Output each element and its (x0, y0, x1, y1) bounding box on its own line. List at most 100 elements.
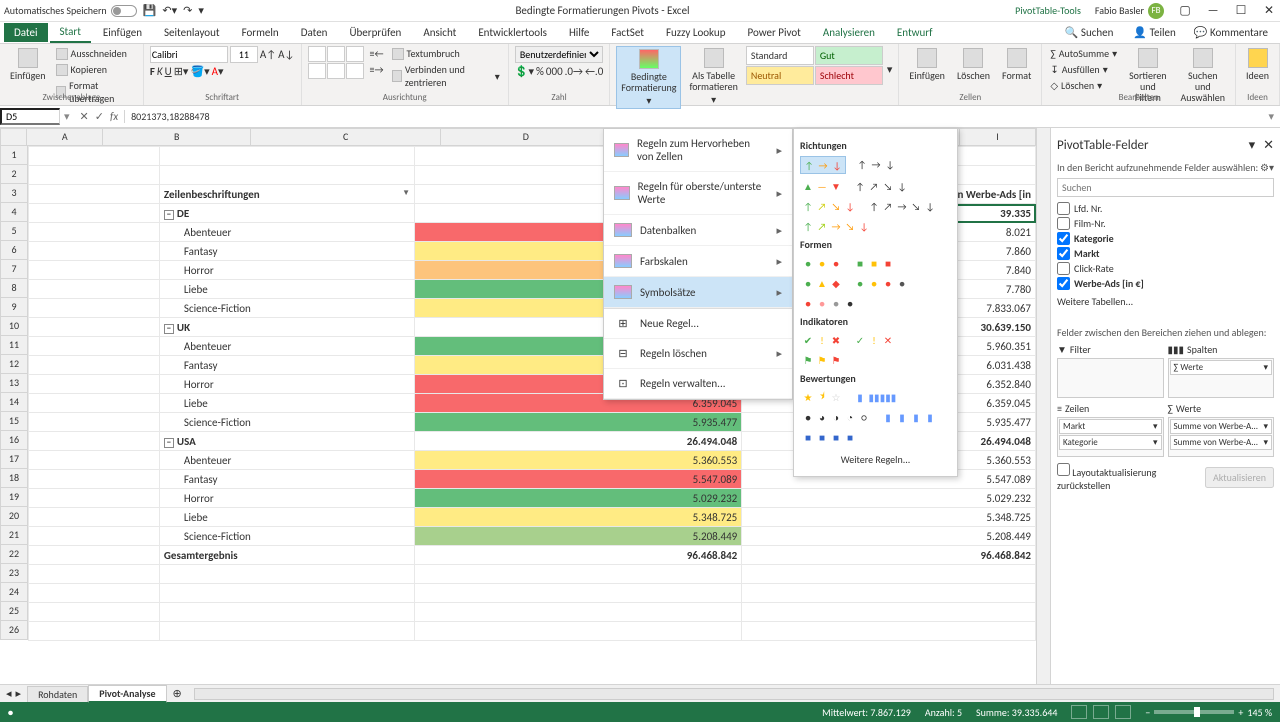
indent-inc-icon[interactable]: ≡→ (368, 62, 386, 77)
row-header[interactable]: 20 (0, 507, 28, 526)
row-header[interactable]: 10 (0, 317, 28, 336)
field-item[interactable]: Click-Rate (1057, 261, 1274, 276)
field-item[interactable]: Film-Nr. (1057, 216, 1274, 231)
row-header[interactable]: 24 (0, 583, 28, 602)
iconset-4arrows-gray[interactable]: ↑↗↘↓ (852, 178, 910, 194)
field-item[interactable]: Markt (1057, 246, 1274, 261)
redo-icon[interactable]: ↷ (183, 4, 192, 17)
pill-value-1[interactable]: Summe von Werbe-A...▾ (1170, 419, 1273, 434)
category-cell[interactable]: Liebe (159, 394, 414, 413)
collapse-icon[interactable]: − (164, 210, 174, 220)
vertical-scrollbar[interactable] (1036, 128, 1050, 684)
shrink-font-icon[interactable]: A↓ (278, 48, 294, 61)
font-name-input[interactable] (150, 46, 228, 63)
collapse-icon[interactable]: − (164, 324, 174, 334)
row-header[interactable]: 17 (0, 450, 28, 469)
view-pagelayout-icon[interactable] (1093, 705, 1109, 719)
align-grid[interactable] (308, 46, 364, 79)
border-icon[interactable]: ⊞▾ (174, 65, 189, 78)
cf-highlight-rules[interactable]: Regeln zum Hervorheben von Zellen▸ (604, 129, 792, 172)
row-header[interactable]: 21 (0, 526, 28, 545)
cell-styles-gallery[interactable]: Standard Gut Neutral Schlecht (746, 46, 883, 85)
iconset-3trafficlights[interactable]: ●●● (800, 255, 844, 271)
value-cell-c[interactable]: 5.547.089 (415, 470, 742, 489)
category-cell[interactable]: Fantasy (159, 242, 414, 261)
iconset-3triangles[interactable]: ▲—▼ (800, 178, 844, 194)
more-tables-link[interactable]: Weitere Tabellen... (1057, 291, 1274, 318)
tab-developer[interactable]: Entwicklertools (468, 23, 557, 42)
sheet-tab-rohdaten[interactable]: Rohdaten (27, 686, 88, 702)
area-columns-drop[interactable]: ∑ Werte▾ (1168, 358, 1275, 398)
value-cell-d[interactable]: 5.348.725 (742, 508, 1036, 527)
col-header-c[interactable]: C (251, 128, 441, 146)
row-header[interactable]: 14 (0, 393, 28, 412)
col-header-i[interactable]: I (960, 128, 1036, 146)
formula-input[interactable]: 8021373,18288478 (125, 110, 1262, 123)
select-all-corner[interactable] (0, 128, 27, 146)
iconset-3arrows-colored[interactable]: ↑→↓ (800, 156, 846, 174)
cancel-entry-icon[interactable]: ✕ (80, 110, 89, 123)
tab-formulas[interactable]: Formeln (232, 23, 289, 42)
tab-design[interactable]: Entwurf (887, 23, 943, 42)
cf-new-rule[interactable]: ⊞Neue Regel... (604, 309, 792, 339)
row-header[interactable]: 5 (0, 222, 28, 241)
format-as-table-button[interactable]: Als Tabelle formatieren▾ (685, 46, 741, 107)
category-cell[interactable]: Fantasy (159, 356, 414, 375)
grand-total-label[interactable]: Gesamtergebnis (159, 546, 414, 565)
update-button[interactable]: Aktualisieren (1205, 467, 1274, 488)
row-header[interactable]: 16 (0, 431, 28, 450)
category-cell[interactable]: Science-Fiction (159, 527, 414, 546)
minimize-icon[interactable]: — (1206, 4, 1220, 18)
row-header[interactable]: 3 (0, 184, 28, 203)
format-cells-button[interactable]: Format (998, 46, 1035, 83)
collapse-icon[interactable]: − (164, 438, 174, 448)
pill-value-2[interactable]: Summe von Werbe-A...▾ (1170, 435, 1273, 450)
tab-pagelayout[interactable]: Seitenlayout (154, 23, 230, 42)
percent-icon[interactable]: % (536, 65, 544, 78)
value-cell-d[interactable]: 5.029.232 (742, 489, 1036, 508)
row-header[interactable]: 26 (0, 621, 28, 640)
inc-decimal-icon[interactable]: .0→ (565, 65, 583, 78)
fx-icon[interactable]: fx (110, 110, 118, 123)
tab-powerpivot[interactable]: Power Pivot (737, 23, 810, 42)
row-header[interactable]: 8 (0, 279, 28, 298)
currency-icon[interactable]: 💲▾ (515, 65, 534, 78)
tab-insert[interactable]: Einfügen (93, 23, 152, 42)
tab-factset[interactable]: FactSet (601, 23, 654, 42)
row-header[interactable]: 1 (0, 146, 28, 165)
row-header[interactable]: 9 (0, 298, 28, 317)
category-cell[interactable]: Fantasy (159, 470, 414, 489)
category-cell[interactable]: Liebe (159, 280, 414, 299)
formula-expand-icon[interactable]: ▾ (1262, 110, 1280, 123)
enter-entry-icon[interactable]: ✓ (95, 110, 104, 123)
row-header[interactable]: 23 (0, 564, 28, 583)
indent-dec-icon[interactable]: ≡← (368, 46, 386, 61)
iconset-3arrows-gray[interactable]: ↑→↓ (854, 156, 898, 174)
fill-color-icon[interactable]: 🪣▾ (190, 65, 209, 78)
fieldlist-layout-icon[interactable]: ▾ (1249, 138, 1256, 153)
col-header-a[interactable]: A (27, 128, 103, 146)
zoom-level[interactable]: 145 % (1247, 706, 1272, 719)
row-header[interactable]: 6 (0, 241, 28, 260)
row-header[interactable]: 22 (0, 545, 28, 564)
col-header-b[interactable]: B (103, 128, 251, 146)
cf-icon-sets[interactable]: Symbolsätze▸ (604, 277, 792, 308)
field-item[interactable]: Werbe-Ads [in €] (1057, 276, 1274, 291)
tab-start[interactable]: Start (50, 22, 91, 43)
underline-icon[interactable]: U (165, 65, 172, 78)
area-filter-drop[interactable] (1057, 358, 1164, 398)
value-cell-c[interactable]: 5.208.449 (415, 527, 742, 546)
row-header[interactable]: 19 (0, 488, 28, 507)
copy-button[interactable]: Kopieren (54, 62, 137, 77)
row-header[interactable]: 18 (0, 469, 28, 488)
view-normal-icon[interactable] (1071, 705, 1087, 719)
iconset-3symbols-uncircled[interactable]: ✓!✕ (852, 332, 896, 348)
iconset-3stars[interactable]: ★⯨☆ (800, 389, 844, 405)
row-header[interactable]: 15 (0, 412, 28, 431)
iconset-3flags[interactable]: ⚑⚑⚑ (800, 352, 844, 368)
style-bad[interactable]: Schlecht (815, 66, 883, 85)
value-cell-c[interactable]: 5.348.725 (415, 508, 742, 527)
iconset-5quarters[interactable]: ●◕◑◔○ (800, 409, 872, 425)
cf-manage-rules[interactable]: ⊡Regeln verwalten... (604, 369, 792, 399)
tab-analyze[interactable]: Analysieren (813, 23, 885, 42)
